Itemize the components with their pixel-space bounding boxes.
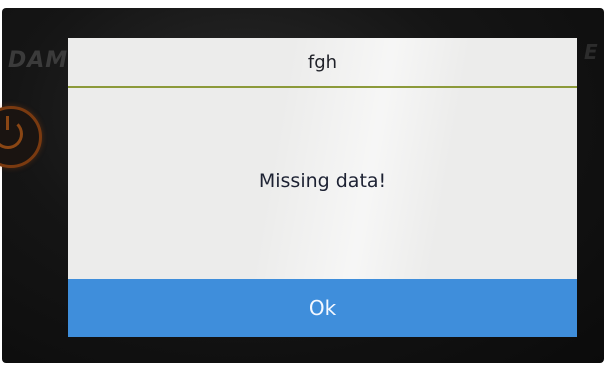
dialog-body: Missing data!	[68, 88, 577, 278]
photo-frame: DAM E fgh Missing data! Ok	[0, 0, 606, 367]
dialog-title-bar: fgh	[68, 38, 577, 88]
power-button[interactable]	[0, 106, 42, 168]
dialog-message: Missing data!	[258, 170, 387, 192]
ok-button[interactable]: Ok	[68, 279, 577, 337]
alert-dialog: fgh Missing data! Ok	[68, 38, 577, 337]
ok-button-label: Ok	[308, 296, 337, 320]
touch-screen: fgh Missing data! Ok	[68, 38, 577, 337]
bezel-brand-right: E	[584, 40, 598, 64]
dialog-title: fgh	[307, 51, 338, 73]
bezel-brand-left: DAM	[8, 48, 69, 73]
power-icon	[0, 116, 23, 149]
